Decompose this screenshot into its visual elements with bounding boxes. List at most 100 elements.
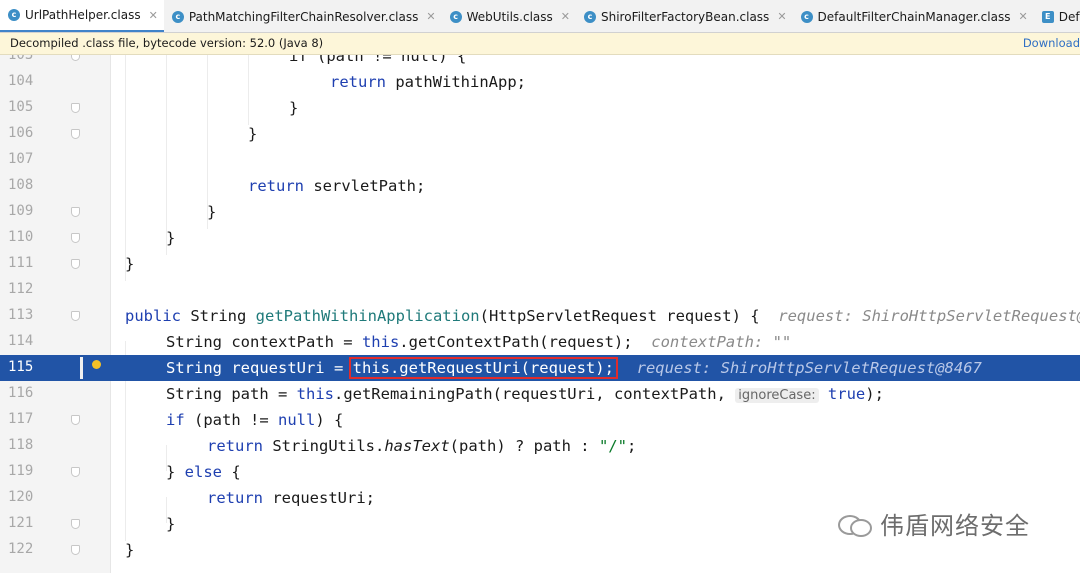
code-line-112[interactable]: 112: [0, 277, 1080, 303]
tab-defaultfilterchainmanager[interactable]: c DefaultFilterChainManager.class ✕: [793, 0, 1034, 32]
close-icon[interactable]: ✕: [561, 10, 570, 23]
fold-marker-icon[interactable]: [71, 259, 80, 269]
line-number: 110: [8, 229, 34, 245]
code-line-114[interactable]: 114 String contextPath = this.getContext…: [0, 329, 1080, 355]
code-line-117[interactable]: 117 if (path != null) {: [0, 407, 1080, 433]
line-number: 103: [8, 55, 34, 63]
code-line-105[interactable]: 105 }: [0, 95, 1080, 121]
line-number: 111: [8, 255, 34, 271]
fold-marker-icon[interactable]: [71, 415, 80, 425]
class-icon: c: [800, 10, 813, 23]
code-line-111[interactable]: 111 }: [0, 251, 1080, 277]
decompiled-info-bar: Decompiled .class file, bytecode version…: [0, 33, 1080, 55]
line-number: 117: [8, 411, 34, 427]
fold-marker-icon[interactable]: [71, 55, 80, 61]
code-line-108[interactable]: 108 return servletPath;: [0, 173, 1080, 199]
code-text: }: [125, 541, 135, 559]
debug-inline-value: contextPath: "": [651, 333, 792, 351]
tab-label: WebUtils.class: [466, 9, 553, 24]
line-number: 120: [8, 489, 34, 505]
code-line-107[interactable]: 107: [0, 147, 1080, 173]
tab-shirofilterfactorybean[interactable]: c ShiroFilterFactoryBean.class ✕: [576, 0, 793, 32]
fold-marker-icon[interactable]: [71, 545, 80, 555]
tab-pathmatchingfilterchainresolver[interactable]: c PathMatchingFilterChainResolver.class …: [164, 0, 442, 32]
code-editor[interactable]: 103 if (path != null) { 104 return pathW…: [0, 55, 1080, 573]
line-number: 106: [8, 125, 34, 141]
code-line-118[interactable]: 118 return StringUtils.hasText(path) ? p…: [0, 433, 1080, 459]
code-line-115-current[interactable]: 115 String requestUri = this.getRequestU…: [0, 355, 1080, 381]
code-line-106[interactable]: 106 }: [0, 121, 1080, 147]
class-icon: c: [584, 10, 596, 23]
debug-inline-value: request: ShiroHttpServletRequest@8467: [636, 359, 982, 377]
code-text: }: [125, 255, 135, 273]
tab-label: DefaultFilterChainManager.class: [817, 9, 1011, 24]
enum-icon: E: [1041, 10, 1054, 23]
code-line-113[interactable]: 113 public String getPathWithinApplicati…: [0, 303, 1080, 329]
parameter-hint: ignoreCase:: [735, 388, 819, 403]
class-icon: c: [449, 10, 462, 23]
code-line-119[interactable]: 119 } else {: [0, 459, 1080, 485]
line-number: 107: [8, 151, 34, 167]
fold-marker-icon[interactable]: [71, 519, 80, 529]
line-number: 108: [8, 177, 34, 193]
line-number: 119: [8, 463, 34, 479]
close-icon[interactable]: ✕: [777, 10, 786, 23]
execution-marker: [80, 357, 83, 379]
tab-label: DefaultFilter.class: [1058, 9, 1080, 24]
tab-urlpathhelper[interactable]: c UrlPathHelper.class ✕: [0, 0, 164, 32]
code-line-109[interactable]: 109 }: [0, 199, 1080, 225]
line-number: 122: [8, 541, 34, 557]
code-text: if (path != null) {: [166, 411, 344, 429]
watermark: 伟盾网络安全: [838, 506, 1030, 541]
code-line-103[interactable]: 103 if (path != null) {: [0, 55, 1080, 69]
code-text: } else {: [166, 463, 241, 481]
download-link[interactable]: Download: [1023, 36, 1080, 50]
code-text: }: [166, 229, 176, 247]
close-icon[interactable]: ✕: [1018, 10, 1027, 23]
line-number: 118: [8, 437, 34, 453]
code-line-104[interactable]: 104 return pathWithinApp;: [0, 69, 1080, 95]
fold-marker-icon[interactable]: [71, 233, 80, 243]
code-text: return StringUtils.hasText(path) ? path …: [207, 437, 637, 455]
code-text: return pathWithinApp;: [330, 73, 526, 91]
tab-defaultfilter[interactable]: E DefaultFilter.class: [1034, 0, 1080, 32]
fold-marker-icon[interactable]: [71, 311, 80, 321]
fold-marker-icon[interactable]: [71, 103, 80, 113]
line-number: 115: [8, 359, 34, 375]
code-text: return servletPath;: [248, 177, 426, 195]
watermark-text: 伟盾网络安全: [880, 512, 1030, 540]
code-line-110[interactable]: 110 }: [0, 225, 1080, 251]
code-text: String requestUri = this.getRequestUri(r…: [166, 357, 982, 379]
line-number: 121: [8, 515, 34, 531]
wechat-icon: [838, 513, 872, 537]
tab-label: PathMatchingFilterChainResolver.class: [188, 9, 419, 24]
close-icon[interactable]: ✕: [426, 10, 435, 23]
line-number: 113: [8, 307, 34, 323]
close-icon[interactable]: ✕: [149, 9, 158, 22]
line-number: 112: [8, 281, 34, 297]
tab-webutils[interactable]: c WebUtils.class ✕: [442, 0, 576, 32]
debug-inline-value: request: ShiroHttpServletRequest@8467: [778, 307, 1080, 325]
code-text: }: [166, 515, 176, 533]
decompiled-message: Decompiled .class file, bytecode version…: [10, 36, 324, 50]
class-icon: c: [171, 10, 184, 23]
highlight-box: this.getRequestUri(request);: [348, 357, 618, 379]
class-icon: c: [8, 9, 20, 21]
code-line-116[interactable]: 116 String path = this.getRemainingPath(…: [0, 381, 1080, 407]
code-text: String contextPath = this.getContextPath…: [166, 333, 792, 351]
fold-marker-icon[interactable]: [71, 129, 80, 139]
code-text: }: [289, 99, 299, 117]
line-number: 105: [8, 99, 34, 115]
code-text: }: [207, 203, 217, 221]
lightbulb-icon[interactable]: [92, 360, 101, 369]
code-text: }: [248, 125, 258, 143]
line-number: 104: [8, 73, 34, 89]
editor-tab-bar: c UrlPathHelper.class ✕ c PathMatchingFi…: [0, 0, 1080, 33]
line-number: 109: [8, 203, 34, 219]
tab-label: UrlPathHelper.class: [25, 8, 141, 22]
fold-marker-icon[interactable]: [71, 207, 80, 217]
code-text: if (path != null) {: [289, 55, 467, 65]
fold-marker-icon[interactable]: [71, 467, 80, 477]
line-number: 114: [8, 333, 34, 349]
code-text: public String getPathWithinApplication(H…: [125, 307, 1080, 325]
